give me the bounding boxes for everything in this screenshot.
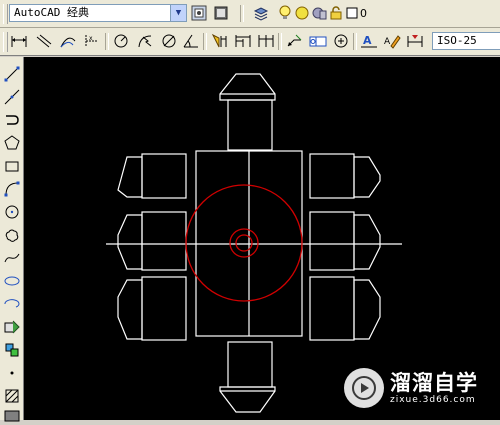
bottom-body <box>227 341 273 388</box>
quick-dimension-icon[interactable] <box>210 32 228 50</box>
make-block-icon[interactable] <box>3 341 21 359</box>
radius-dimension-icon[interactable] <box>112 32 130 50</box>
rectangle-icon[interactable] <box>3 157 21 175</box>
left-connector-bottom <box>117 276 187 341</box>
line-icon[interactable] <box>3 65 21 83</box>
layer-manager-icon[interactable] <box>252 4 270 22</box>
workspace-settings-icon[interactable] <box>190 4 208 22</box>
dimension-text-edit-icon[interactable]: A <box>383 32 401 50</box>
right-connector-bottom <box>309 276 381 341</box>
drawing-canvas[interactable]: 溜溜自学 zixue.3d66.com <box>24 57 500 420</box>
chevron-down-icon[interactable]: ▼ <box>170 5 186 21</box>
toolbar-grip[interactable] <box>3 4 8 24</box>
workspace-combo-value: AutoCAD 经典 <box>14 6 89 19</box>
continue-dimension-icon[interactable] <box>257 32 275 50</box>
circle-icon[interactable] <box>3 203 21 221</box>
layer-color-icon[interactable] <box>343 4 361 22</box>
baseline-dimension-icon[interactable] <box>234 32 252 50</box>
dimstyle-combo[interactable]: ISO-25 <box>432 32 500 50</box>
dimstyle-combo-value: ISO-25 <box>437 34 477 47</box>
ordinate-dimension-icon[interactable]: x <box>83 32 101 50</box>
linear-dimension-icon[interactable] <box>10 32 28 50</box>
workspace-combo[interactable]: AutoCAD 经典 ▼ <box>9 4 187 22</box>
aligned-dimension-icon[interactable] <box>35 32 53 50</box>
lightbulb-on-icon[interactable] <box>276 4 294 22</box>
center-mark-icon[interactable] <box>332 32 350 50</box>
hatch-icon[interactable] <box>3 387 21 405</box>
arc-icon[interactable] <box>3 180 21 198</box>
ellipse-arc-icon[interactable] <box>3 295 21 313</box>
svg-text:A: A <box>363 34 372 47</box>
workspace-toolbar-icon[interactable] <box>212 4 230 22</box>
layer-name-label[interactable]: 0 <box>360 7 367 20</box>
point-icon[interactable] <box>3 364 21 382</box>
dimension-edit-icon[interactable]: A <box>360 32 378 50</box>
sun-thaw-icon[interactable] <box>293 4 311 22</box>
polyline-icon[interactable] <box>3 111 21 129</box>
revision-cloud-icon[interactable] <box>3 226 21 244</box>
insert-block-icon[interactable] <box>3 318 21 336</box>
right-connector-top <box>309 153 381 199</box>
svg-text:x: x <box>89 35 93 42</box>
polygon-icon[interactable] <box>3 134 21 152</box>
svg-text:A: A <box>384 37 391 47</box>
toolbar-grip[interactable] <box>3 32 8 52</box>
construction-line-icon[interactable] <box>3 88 21 106</box>
left-connector-mid <box>117 211 187 271</box>
watermark: 溜溜自学 zixue.3d66.com <box>344 360 494 416</box>
top-body <box>227 99 273 151</box>
gradient-icon[interactable] <box>3 407 21 425</box>
ellipse-icon[interactable] <box>3 272 21 290</box>
arc-length-icon[interactable] <box>59 32 77 50</box>
watermark-title: 溜溜自学 <box>390 371 478 395</box>
diameter-dimension-icon[interactable] <box>160 32 178 50</box>
jogged-radius-icon[interactable] <box>136 32 154 50</box>
right-connector-mid <box>309 211 381 271</box>
quick-leader-icon[interactable] <box>286 32 304 50</box>
draw-toolbar <box>0 57 24 422</box>
watermark-subtitle: zixue.3d66.com <box>390 395 476 405</box>
large-red-circle <box>185 184 303 302</box>
left-connector-top <box>117 153 187 199</box>
angular-dimension-icon[interactable] <box>182 32 200 50</box>
dimension-toolbar: x A A ISO-25 <box>0 28 500 56</box>
layer-display-icon[interactable] <box>310 4 328 22</box>
medium-red-circle <box>229 228 259 258</box>
tolerance-icon[interactable] <box>309 32 327 50</box>
top-cap <box>219 73 276 101</box>
dimension-update-icon[interactable] <box>406 32 424 50</box>
workspace-toolbar: AutoCAD 经典 ▼ 0 <box>0 0 500 28</box>
spline-icon[interactable] <box>3 249 21 267</box>
small-red-circle <box>235 234 253 252</box>
play-logo-icon <box>344 368 384 408</box>
red-geometry <box>185 184 303 302</box>
